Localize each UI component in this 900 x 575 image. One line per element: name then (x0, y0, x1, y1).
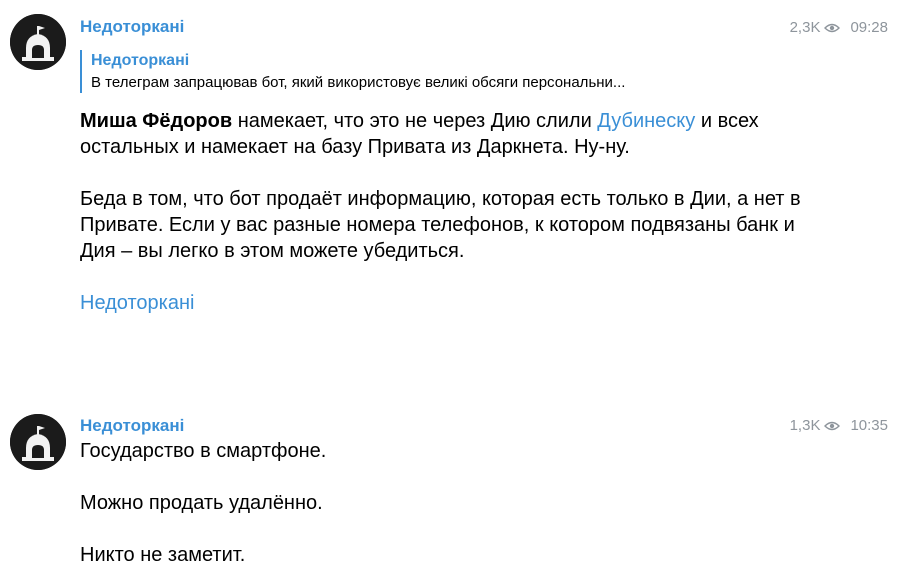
paragraph: Беда в том, что бот продаёт информацию, … (80, 188, 801, 262)
sender-name[interactable]: Недоторкані (80, 416, 184, 436)
reply-text: В телеграм запрацював бот, який використ… (91, 74, 626, 91)
channel-avatar[interactable] (10, 414, 66, 470)
paragraph: Государство в смартфоне. (80, 440, 327, 462)
bell-tower-avatar-icon (10, 14, 66, 70)
message-text: Государство в смартфоне. Можно продать у… (80, 438, 820, 568)
reply-sender: Недоторкані (91, 52, 190, 69)
paragraph: Миша Фёдоров намекает, что это не через … (80, 108, 820, 160)
channel-avatar[interactable] (10, 14, 66, 70)
text-segment: намекает, что это не через Дию слили (232, 110, 598, 132)
signature-link[interactable]: Недоторкані (80, 290, 820, 316)
message-time: 09:28 (850, 19, 888, 36)
bell-tower-avatar-icon (10, 414, 66, 470)
views-count: 1,3K (789, 417, 821, 434)
views-count: 2,3K (789, 19, 821, 36)
eye-icon (824, 421, 841, 430)
message-meta: 2,3K 09:28 (790, 19, 888, 36)
eye-icon (824, 23, 841, 32)
message-2: Недоторкані 1,3K 10:35 Государство в сма… (0, 400, 900, 575)
mention-link[interactable]: Дубинеску (597, 110, 695, 132)
reply-preview[interactable]: Недоторкані В телеграм запрацював бот, я… (80, 50, 811, 93)
bold-name: Миша Фёдоров (80, 110, 233, 132)
message-time: 10:35 (850, 417, 888, 434)
paragraph: Можно продать удалённо. (80, 492, 323, 514)
paragraph: Никто не заметит. (80, 544, 246, 566)
sender-name[interactable]: Недоторкані (80, 17, 184, 37)
message-meta: 1,3K 10:35 (790, 417, 888, 434)
message-1: Недоторкані 2,3K 09:28 Недоторкані В тел… (0, 0, 900, 400)
message-text: Миша Фёдоров намекает, что это не через … (80, 108, 820, 316)
